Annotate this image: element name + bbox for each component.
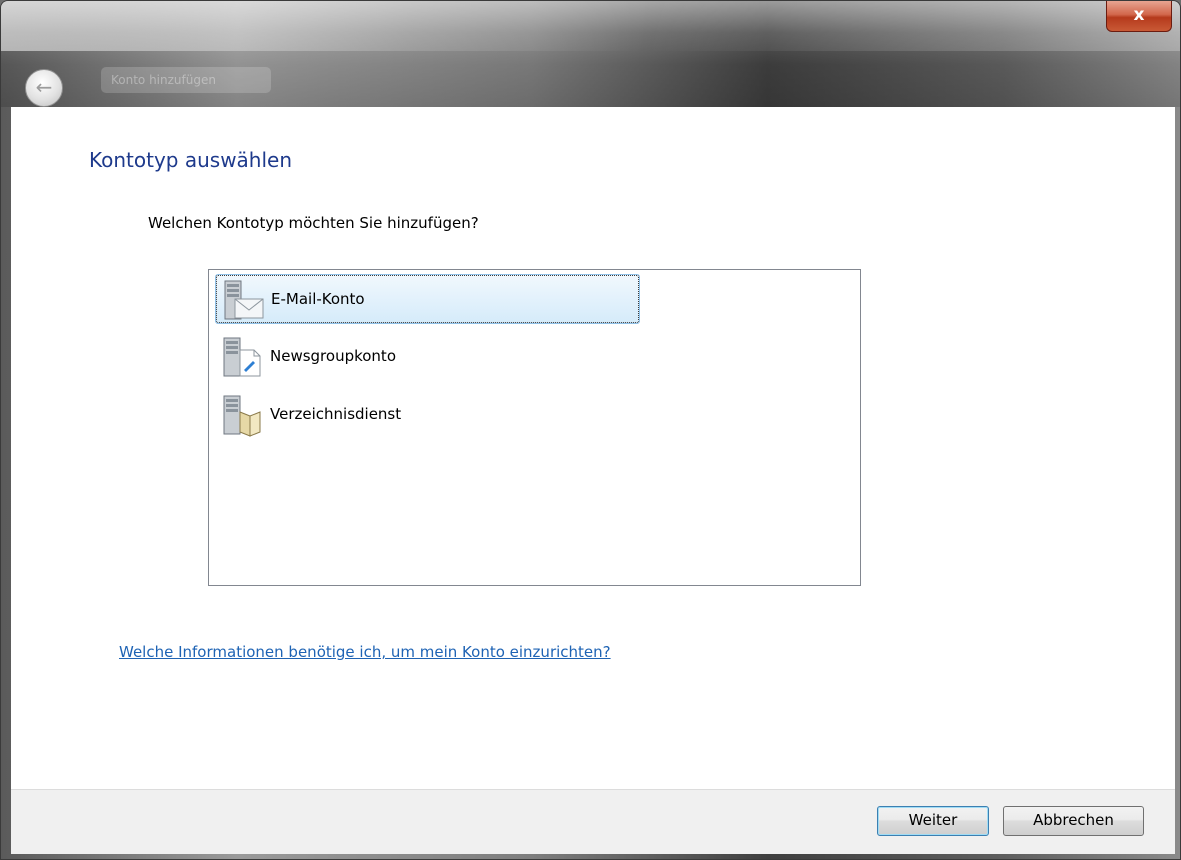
directory-service-icon (223, 395, 261, 437)
back-button[interactable]: ← (25, 69, 63, 107)
wizard-window: ← Konto hinzufügen x Kontotyp auswählen … (0, 0, 1181, 860)
list-item-label: E-Mail-Konto (271, 290, 365, 308)
close-button[interactable]: x (1106, 1, 1172, 32)
account-type-list[interactable]: E-Mail-Konto Newsgroupkonto Verzeichnisd… (208, 269, 861, 586)
email-server-icon (224, 280, 264, 320)
back-arrow-icon: ← (35, 75, 53, 99)
list-item-directory-service[interactable]: Verzeichnisdienst (215, 390, 640, 440)
window-title: Konto hinzufügen (101, 67, 271, 93)
title-bar: ← Konto hinzufügen (1, 1, 1180, 107)
cancel-button[interactable]: Abbrechen (1003, 806, 1144, 836)
button-bar: Weiter Abbrechen (11, 789, 1175, 854)
help-link[interactable]: Welche Informationen benötige ich, um me… (119, 643, 611, 661)
list-item-email-account[interactable]: E-Mail-Konto (215, 274, 640, 324)
list-item-newsgroup-account[interactable]: Newsgroupkonto (215, 332, 640, 382)
list-item-label: Newsgroupkonto (270, 347, 396, 365)
list-item-label: Verzeichnisdienst (270, 405, 402, 423)
next-button[interactable]: Weiter (877, 806, 989, 836)
wizard-content: Kontotyp auswählen Welchen Kontotyp möch… (11, 107, 1175, 789)
newsgroup-server-icon (223, 337, 261, 377)
question-label: Welchen Kontotyp möchten Sie hinzufügen? (148, 214, 479, 232)
close-icon: x (1133, 5, 1145, 25)
page-title: Kontotyp auswählen (89, 148, 293, 172)
